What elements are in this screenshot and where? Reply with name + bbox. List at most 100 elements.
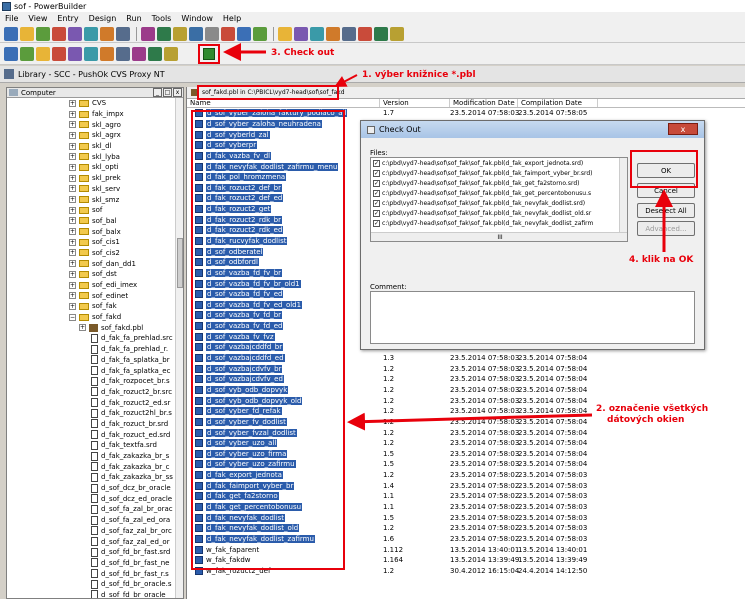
menu-window[interactable]: Window — [176, 14, 218, 23]
tree-item[interactable]: d_fak_fa_splatka_ec — [7, 365, 183, 376]
library-toolbar-button-icon[interactable] — [68, 46, 82, 61]
tree-item[interactable]: + sof_edinet — [7, 290, 183, 301]
toolbar-button-icon[interactable] — [189, 26, 203, 41]
toolbar-button-icon[interactable] — [36, 26, 50, 41]
file-checkbox[interactable]: ✓ — [373, 209, 380, 217]
column-compilation-date[interactable]: Compilation Date — [518, 99, 598, 107]
expand-icon[interactable]: + — [69, 292, 76, 300]
comment-textarea[interactable] — [370, 291, 695, 344]
tree-item[interactable]: d_fak_rozuct2_ed.sr — [7, 397, 183, 408]
tree-item[interactable]: + fak_impx — [7, 109, 183, 120]
toolbar-button-icon[interactable] — [52, 26, 66, 41]
tree-vertical-scrollbar[interactable] — [175, 98, 183, 598]
expand-icon[interactable]: + — [69, 260, 76, 268]
library-toolbar-button-icon[interactable] — [100, 46, 114, 61]
tree-item[interactable]: d_fak_rozpocet_br.s — [7, 376, 183, 387]
check-out-icon[interactable] — [203, 48, 215, 60]
menu-tools[interactable]: Tools — [147, 14, 177, 23]
toolbar-button-icon[interactable] — [205, 26, 219, 41]
expand-icon[interactable]: + — [69, 153, 76, 161]
toolbar-button-icon[interactable] — [358, 26, 372, 41]
tree-item[interactable]: d_sof_fa_zal_br_orac — [7, 504, 183, 515]
file-checkbox[interactable]: ✓ — [373, 179, 380, 187]
tree-item[interactable]: + sof_cis2 — [7, 248, 183, 259]
library-toolbar-button-icon[interactable] — [20, 46, 34, 61]
library-toolbar-button-icon[interactable] — [52, 46, 66, 61]
toolbar-button-icon[interactable] — [116, 26, 130, 41]
tree-item[interactable]: + sof_bal — [7, 216, 183, 227]
tree-item[interactable]: + sof_cis1 — [7, 237, 183, 248]
file-checkbox[interactable]: ✓ — [373, 159, 380, 167]
tree-item[interactable]: + sof_fak — [7, 301, 183, 312]
toolbar-button-icon[interactable] — [100, 26, 114, 41]
tree-item[interactable]: d_fak_fa_splatka_br — [7, 355, 183, 366]
library-toolbar-button-icon[interactable] — [36, 46, 50, 61]
file-row[interactable]: ✓ c:\pbd\vyd7-head\sof\sof_fak\sof_fak.pb… — [371, 158, 627, 168]
expand-icon[interactable]: + — [69, 249, 76, 257]
tree-minimize-button[interactable]: _ — [153, 88, 162, 97]
toolbar-button-icon[interactable] — [141, 26, 155, 41]
tree-item[interactable]: + skl_serv — [7, 184, 183, 195]
expand-icon[interactable]: + — [69, 270, 76, 278]
library-toolbar-button-icon[interactable] — [148, 46, 162, 61]
toolbar-button-icon[interactable] — [237, 26, 251, 41]
tree-item[interactable]: d_sof_dcz_br_oracle — [7, 483, 183, 494]
tree-item[interactable]: + skl_dl — [7, 141, 183, 152]
library-toolbar-button-icon[interactable] — [164, 46, 178, 61]
tree-item[interactable]: + skl_agrx — [7, 130, 183, 141]
expand-icon[interactable]: + — [69, 121, 76, 129]
tree-item[interactable]: d_sof_fd_br_fast_r.s — [7, 568, 183, 579]
tree-item[interactable]: d_sof_fd_br_fast_ne — [7, 558, 183, 569]
file-row[interactable]: ✓ c:\pbd\vyd7-head\sof\sof_fak\sof_fak.pb… — [371, 168, 627, 178]
library-toolbar-button-icon[interactable] — [84, 46, 98, 61]
expand-icon[interactable]: + — [69, 174, 76, 182]
expand-icon[interactable]: + — [69, 131, 76, 139]
expand-icon[interactable]: + — [69, 281, 76, 289]
expand-icon[interactable]: − — [69, 313, 76, 321]
menu-help[interactable]: Help — [218, 14, 246, 23]
expand-icon[interactable]: + — [69, 185, 76, 193]
tree-item[interactable]: + sof_edi_imex — [7, 280, 183, 291]
tree-item[interactable]: d_fak_zakazka_br_s — [7, 451, 183, 462]
toolbar-button-icon[interactable] — [157, 26, 171, 41]
expand-icon[interactable]: + — [69, 238, 76, 246]
tree-item[interactable]: − sof_fakd — [7, 312, 183, 323]
library-toolbar-button-icon[interactable] — [132, 46, 146, 61]
file-row[interactable]: ✓ c:\pbd\vyd7-head\sof\sof_fak\sof_fak.pb… — [371, 198, 627, 208]
tree-item[interactable]: + sof_dst — [7, 269, 183, 280]
column-modification-date[interactable]: Modification Date — [450, 99, 518, 107]
file-checkbox[interactable]: ✓ — [373, 169, 380, 177]
tree-item[interactable]: + skl_smz — [7, 194, 183, 205]
tree-item[interactable]: d_sof_fd_br_fast.srd — [7, 547, 183, 558]
tree-item[interactable]: d_fak_zakazka_br_ss — [7, 472, 183, 483]
tree-item[interactable]: d_sof_faz_zal_ed_or — [7, 536, 183, 547]
menu-view[interactable]: View — [23, 14, 52, 23]
expand-icon[interactable]: + — [69, 217, 76, 225]
tree-item[interactable]: + sof_dan_dd1 — [7, 258, 183, 269]
toolbar-button-icon[interactable] — [310, 26, 324, 41]
menu-file[interactable]: File — [0, 14, 23, 23]
file-checkbox[interactable]: ✓ — [373, 199, 380, 207]
tree-item[interactable]: d_fak_rozuct2_br.src — [7, 387, 183, 398]
tree-item[interactable]: d_fak_fa_prehlad_r. — [7, 344, 183, 355]
tree-item[interactable]: d_fak_textfa.srd — [7, 440, 183, 451]
files-horizontal-scrollbar[interactable]: III — [371, 232, 627, 241]
tree-maximize-button[interactable]: □ — [163, 88, 172, 97]
file-row[interactable]: ✓ c:\pbd\vyd7-head\sof\sof_fak\sof_fak.pb… — [371, 178, 627, 188]
dialog-close-button[interactable]: x — [668, 123, 698, 135]
expand-icon[interactable]: + — [69, 196, 76, 204]
expand-icon[interactable]: + — [79, 324, 86, 332]
tree-item[interactable]: + sof_fakd.pbl — [7, 322, 183, 333]
expand-icon[interactable]: + — [69, 110, 76, 118]
toolbar-button-icon[interactable] — [20, 26, 34, 41]
menu-design[interactable]: Design — [84, 14, 122, 23]
tree-item[interactable]: d_fak_fa_prehlad.src — [7, 333, 183, 344]
files-vertical-scrollbar[interactable] — [619, 158, 627, 233]
toolbar-button-icon[interactable] — [84, 26, 98, 41]
tree-item[interactable]: d_sof_faz_zal_br_orc — [7, 526, 183, 537]
file-row[interactable]: ✓ c:\pbd\vyd7-head\sof\sof_fak\sof_fak.pb… — [371, 218, 627, 228]
tree-item[interactable]: + CVS — [7, 98, 183, 109]
toolbar-button-icon[interactable] — [294, 26, 308, 41]
deselect-all-button[interactable]: Deselect All — [637, 203, 695, 218]
tree-item[interactable]: + skl_opti — [7, 162, 183, 173]
